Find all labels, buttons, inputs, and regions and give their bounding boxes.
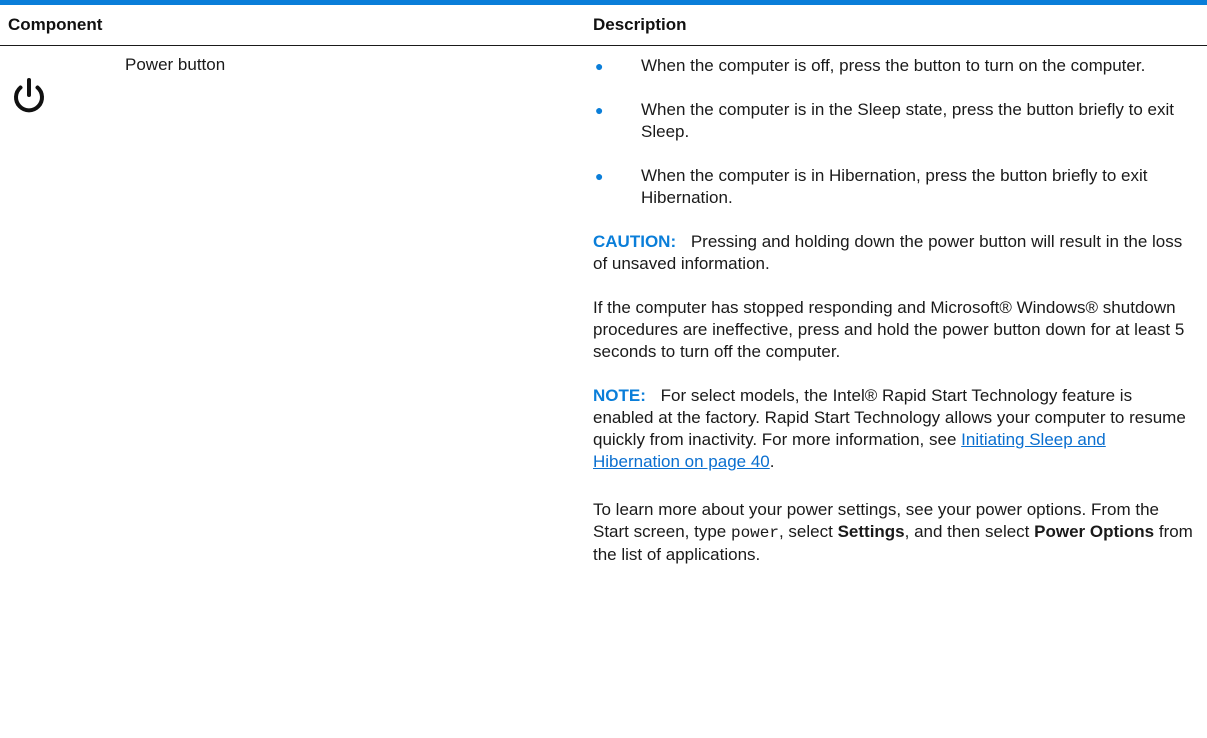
power-icon [14,78,44,113]
bullet-text: When the computer is in Hibernation, pre… [641,166,1148,207]
note-end-period: . [769,452,775,471]
learn-more-text-2: , select [778,522,833,541]
bullet-text: When the computer is off, press the butt… [641,56,1146,75]
note-paragraph: NOTE: For select models, the Intel® Rapi… [593,385,1193,473]
note-label: NOTE: [593,386,646,405]
table-header-row: Component Description [0,5,1207,46]
settings-term: Settings [837,522,905,541]
caution-paragraph: CAUTION: Pressing and holding down the p… [593,231,1193,275]
list-item: ● When the computer is in Hibernation, p… [593,165,1193,209]
bullet-icon: ● [595,168,604,184]
list-item: ● When the computer is in the Sleep stat… [593,99,1193,143]
power-options-term: Power Options [1034,522,1155,541]
caution-label: CAUTION: [593,232,677,251]
unresponsive-paragraph: If the computer has stopped responding a… [593,298,1185,361]
learn-more-text-3: , and then select [904,522,1030,541]
component-name: Power button [125,55,226,74]
power-command: power [730,524,779,542]
bullet-icon: ● [595,102,604,118]
header-description: Description [593,15,687,34]
list-item: ● When the computer is off, press the bu… [593,55,1193,77]
learn-more-paragraph: To learn more about your power settings,… [593,499,1193,566]
bullet-text: When the computer is in the Sleep state,… [641,100,1174,141]
bullet-icon: ● [595,58,604,74]
caution-text: Pressing and holding down the power butt… [593,232,1183,273]
header-component: Component [8,15,103,34]
description-cell: ● When the computer is off, press the bu… [593,55,1193,588]
